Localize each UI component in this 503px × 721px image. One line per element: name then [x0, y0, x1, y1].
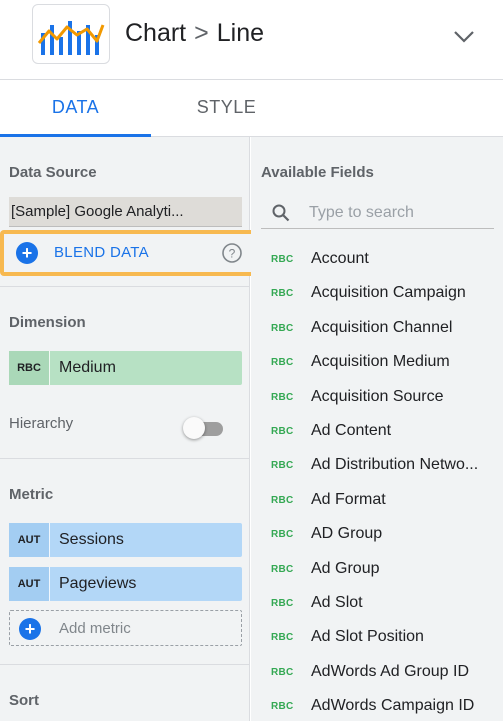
available-fields-panel: Available Fields RBC Account RBC Acquisitio…	[251, 137, 503, 721]
metric-title: Metric	[9, 486, 54, 503]
hierarchy-toggle[interactable]	[183, 417, 223, 439]
metric-chip-pageviews[interactable]: AUT Pageviews	[9, 567, 242, 601]
divider	[0, 286, 250, 287]
data-source-selector[interactable]: [Sample] Google Analyti...	[9, 197, 242, 227]
field-item[interactable]: RBC Acquisition Campaign	[251, 277, 503, 311]
field-item[interactable]: RBC Acquisition Source	[251, 381, 503, 415]
field-item[interactable]: RBC AdWords Ad Group ID	[251, 656, 503, 690]
chip-label: Sessions	[59, 531, 124, 548]
field-name: Acquisition Medium	[311, 353, 450, 371]
field-name: AdWords Ad Group ID	[311, 662, 469, 680]
field-item[interactable]: RBC Account	[251, 243, 503, 277]
field-item[interactable]: RBC Acquisition Channel	[251, 312, 503, 346]
field-list: RBC Account RBC Acquisition Campaign RBC Acqu…	[251, 243, 503, 721]
data-source-title: Data Source	[9, 164, 97, 181]
plus-circle-icon: +	[19, 618, 41, 640]
field-name: Ad Slot Position	[311, 628, 424, 646]
chart-type-title[interactable]: Chart > Line	[125, 19, 264, 48]
field-item[interactable]: RBC Ad Distribution Netwo...	[251, 449, 503, 483]
metric-chip-sessions[interactable]: AUT Sessions	[9, 523, 242, 557]
svg-text:?: ?	[229, 247, 236, 261]
hierarchy-label: Hierarchy	[9, 415, 74, 432]
chip-separator	[49, 523, 50, 557]
text-type-icon: RBC	[271, 357, 294, 369]
available-fields-title: Available Fields	[261, 164, 374, 181]
chip-separator	[49, 567, 50, 601]
blend-data-label: BLEND DATA	[54, 244, 149, 261]
field-name: Ad Slot	[311, 593, 363, 611]
add-metric-button[interactable]: + Add metric	[9, 610, 242, 646]
tab-style[interactable]: STYLE	[151, 80, 302, 137]
text-type-icon: RBC	[271, 288, 294, 300]
chip-label: Pageviews	[59, 575, 137, 592]
toggle-thumb	[183, 417, 205, 439]
chip-label: Medium	[59, 359, 116, 376]
title-separator: >	[194, 19, 209, 47]
field-item[interactable]: RBC Ad Slot	[251, 587, 503, 621]
divider	[0, 458, 250, 459]
help-icon[interactable]: ?	[220, 241, 244, 265]
blend-data-button[interactable]: + BLEND DATA ?	[0, 230, 257, 276]
search-icon	[272, 204, 290, 222]
data-config-panel: Data Source [Sample] Google Analyti... +…	[0, 137, 257, 721]
chart-header: Chart > Line	[0, 0, 503, 80]
field-name: Ad Group	[311, 559, 380, 577]
tab-data[interactable]: DATA	[0, 80, 151, 137]
text-type-icon: RBC	[271, 460, 294, 472]
field-item[interactable]: RBC Ad Format	[251, 484, 503, 518]
field-search	[261, 197, 494, 229]
text-type-icon: RBC	[271, 597, 294, 609]
text-type-icon: RBC	[271, 632, 294, 644]
dimension-title: Dimension	[9, 314, 86, 331]
auto-type-icon: AUT	[9, 523, 49, 557]
text-type-icon: RBC	[271, 563, 294, 575]
dimension-chip-medium[interactable]: RBC Medium	[9, 351, 242, 385]
field-name: Acquisition Channel	[311, 318, 453, 336]
text-type-icon: RBC	[271, 425, 294, 437]
search-input[interactable]	[309, 200, 489, 226]
line-chart-icon[interactable]	[32, 4, 110, 64]
chevron-down-icon[interactable]	[450, 22, 478, 50]
chip-separator	[49, 351, 50, 385]
field-name: Acquisition Campaign	[311, 284, 466, 302]
text-type-icon: RBC	[271, 529, 294, 541]
add-metric-label: Add metric	[59, 620, 131, 637]
title-chart: Chart	[125, 19, 187, 47]
field-name: Ad Distribution Netwo...	[311, 456, 479, 474]
text-type-icon: RBC	[271, 391, 294, 403]
text-type-icon: RBC	[9, 351, 49, 385]
text-type-icon: RBC	[271, 494, 294, 506]
field-item[interactable]: RBC Acquisition Medium	[251, 346, 503, 380]
field-name: Acquisition Source	[311, 387, 444, 405]
field-name: Account	[311, 250, 369, 267]
field-name: AD Group	[311, 525, 383, 543]
field-item[interactable]: RBC Ad Group	[251, 553, 503, 587]
auto-type-icon: AUT	[9, 567, 49, 601]
text-type-icon: RBC	[271, 322, 294, 334]
field-item[interactable]: RBC Ad Content	[251, 415, 503, 449]
title-type: Line	[216, 19, 265, 47]
sort-title: Sort	[9, 692, 39, 709]
field-item[interactable]: RBC Ad Slot Position	[251, 621, 503, 655]
panel-tabs: DATA STYLE	[0, 80, 503, 137]
text-type-icon: RBC	[271, 666, 294, 678]
text-type-icon: RBC	[271, 254, 294, 265]
field-item[interactable]: RBC AD Group	[251, 518, 503, 552]
field-name: Ad Format	[311, 490, 386, 508]
field-name: Ad Content	[311, 421, 392, 439]
text-type-icon: RBC	[271, 701, 294, 713]
divider	[0, 664, 250, 665]
plus-circle-icon: +	[16, 242, 38, 264]
field-item[interactable]: RBC AdWords Campaign ID	[251, 690, 503, 721]
field-name: AdWords Campaign ID	[311, 697, 475, 715]
